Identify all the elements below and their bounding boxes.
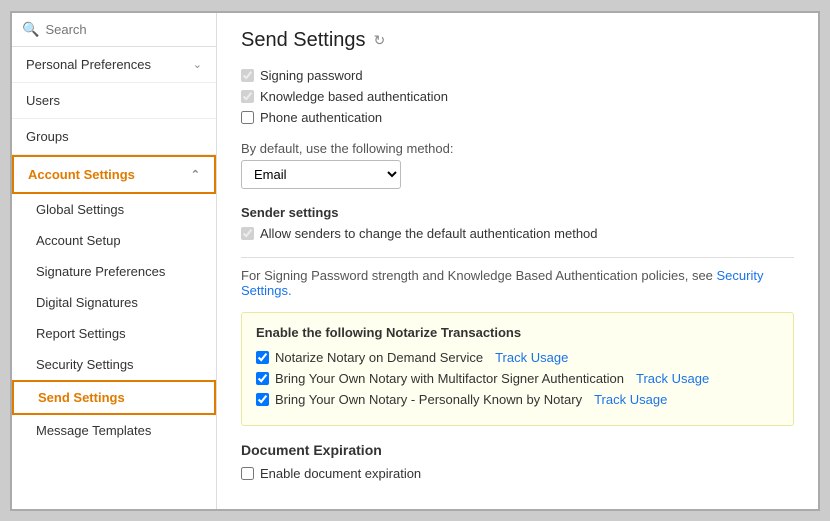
notarize-checkbox-2[interactable] bbox=[256, 393, 269, 406]
notarize-item-label-1: Bring Your Own Notary with Multifactor S… bbox=[275, 371, 624, 386]
default-method-label: By default, use the following method: bbox=[241, 141, 794, 156]
enable-doc-expiration-row: Enable document expiration bbox=[241, 466, 794, 481]
notarize-checkbox-0[interactable] bbox=[256, 351, 269, 364]
sidebar-item-send-settings[interactable]: Send Settings bbox=[12, 380, 216, 415]
notarize-item-2: Bring Your Own Notary - Personally Known… bbox=[256, 392, 779, 407]
sender-settings-section: Sender settings Allow senders to change … bbox=[241, 205, 794, 241]
search-input[interactable] bbox=[45, 22, 206, 37]
app-window: 🔍 Personal Preferences ⌄ Users Groups Ac… bbox=[10, 11, 820, 511]
notarize-section: Enable the following Notarize Transactio… bbox=[241, 312, 794, 426]
sidebar-item-digital-signatures[interactable]: Digital Signatures bbox=[12, 287, 216, 318]
default-method-select[interactable]: Email bbox=[241, 160, 401, 189]
signing-password-checkbox[interactable] bbox=[241, 69, 254, 82]
allow-senders-label: Allow senders to change the default auth… bbox=[260, 226, 598, 241]
default-method-select-wrap: Email bbox=[241, 160, 794, 189]
sidebar-item-message-templates[interactable]: Message Templates bbox=[12, 415, 216, 446]
sidebar-item-account-settings[interactable]: Account Settings ⌃ bbox=[12, 155, 216, 194]
sidebar-item-label: Personal Preferences bbox=[26, 57, 151, 72]
sub-item-label: Digital Signatures bbox=[36, 295, 138, 310]
notarize-title: Enable the following Notarize Transactio… bbox=[256, 325, 779, 340]
phone-auth-checkbox[interactable] bbox=[241, 111, 254, 124]
doc-expiration-title: Document Expiration bbox=[241, 442, 794, 458]
sidebar-item-report-settings[interactable]: Report Settings bbox=[12, 318, 216, 349]
main-content: Send Settings ↻ Signing password Knowled… bbox=[217, 13, 818, 509]
chevron-down-icon: ⌄ bbox=[193, 58, 202, 71]
knowledge-based-checkbox[interactable] bbox=[241, 90, 254, 103]
sub-item-label: Message Templates bbox=[36, 423, 151, 438]
sidebar-item-signature-preferences[interactable]: Signature Preferences bbox=[12, 256, 216, 287]
knowledge-based-label: Knowledge based authentication bbox=[260, 89, 448, 104]
phone-auth-label: Phone authentication bbox=[260, 110, 382, 125]
allow-senders-row: Allow senders to change the default auth… bbox=[241, 226, 794, 241]
sub-item-label: Send Settings bbox=[38, 390, 125, 405]
page-title: Send Settings bbox=[241, 29, 366, 52]
track-usage-link-1[interactable]: Track Usage bbox=[636, 371, 709, 386]
sidebar: 🔍 Personal Preferences ⌄ Users Groups Ac… bbox=[12, 13, 217, 509]
enable-doc-expiration-label: Enable document expiration bbox=[260, 466, 421, 481]
default-method-section: By default, use the following method: Em… bbox=[241, 141, 794, 189]
sidebar-item-users[interactable]: Users bbox=[12, 83, 216, 119]
sidebar-item-personal-preferences[interactable]: Personal Preferences ⌄ bbox=[12, 47, 216, 83]
notarize-item-1: Bring Your Own Notary with Multifactor S… bbox=[256, 371, 779, 386]
signing-password-row: Signing password bbox=[241, 68, 794, 83]
notarize-checkbox-1[interactable] bbox=[256, 372, 269, 385]
sub-item-label: Report Settings bbox=[36, 326, 126, 341]
security-note: For Signing Password strength and Knowle… bbox=[241, 268, 794, 298]
security-note-text: For Signing Password strength and Knowle… bbox=[241, 268, 717, 283]
sidebar-item-security-settings[interactable]: Security Settings bbox=[12, 349, 216, 380]
phone-auth-row: Phone authentication bbox=[241, 110, 794, 125]
knowledge-based-row: Knowledge based authentication bbox=[241, 89, 794, 104]
divider-1 bbox=[241, 257, 794, 258]
chevron-up-icon: ⌃ bbox=[191, 168, 200, 181]
search-icon: 🔍 bbox=[22, 21, 39, 38]
doc-expiration-section: Document Expiration Enable document expi… bbox=[241, 442, 794, 481]
sidebar-item-label: Groups bbox=[26, 129, 69, 144]
enable-doc-expiration-checkbox[interactable] bbox=[241, 467, 254, 480]
track-usage-link-0[interactable]: Track Usage bbox=[495, 350, 568, 365]
sidebar-item-label: Users bbox=[26, 93, 60, 108]
notarize-item-0: Notarize Notary on Demand Service Track … bbox=[256, 350, 779, 365]
auth-checkboxes-section: Signing password Knowledge based authent… bbox=[241, 68, 794, 125]
refresh-icon[interactable]: ↻ bbox=[374, 32, 386, 49]
notarize-item-label-0: Notarize Notary on Demand Service bbox=[275, 350, 483, 365]
sub-item-label: Account Setup bbox=[36, 233, 121, 248]
sidebar-item-account-setup[interactable]: Account Setup bbox=[12, 225, 216, 256]
track-usage-link-2[interactable]: Track Usage bbox=[594, 392, 667, 407]
sub-item-label: Global Settings bbox=[36, 202, 124, 217]
sidebar-item-global-settings[interactable]: Global Settings bbox=[12, 194, 216, 225]
sender-settings-label: Sender settings bbox=[241, 205, 794, 220]
page-title-row: Send Settings ↻ bbox=[241, 29, 794, 52]
sidebar-item-groups[interactable]: Groups bbox=[12, 119, 216, 155]
signing-password-label: Signing password bbox=[260, 68, 363, 83]
search-box: 🔍 bbox=[12, 13, 216, 47]
sub-item-label: Security Settings bbox=[36, 357, 134, 372]
sidebar-item-label: Account Settings bbox=[28, 167, 135, 182]
sub-item-label: Signature Preferences bbox=[36, 264, 165, 279]
notarize-item-label-2: Bring Your Own Notary - Personally Known… bbox=[275, 392, 582, 407]
allow-senders-checkbox[interactable] bbox=[241, 227, 254, 240]
